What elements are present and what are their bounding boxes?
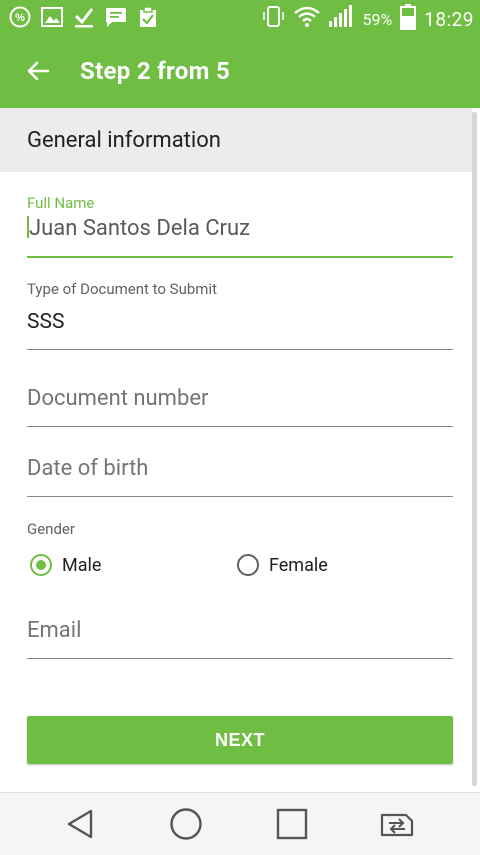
download-check-icon	[72, 5, 96, 29]
full-name-input[interactable]: Juan Santos Dela Cruz	[29, 216, 250, 241]
clock: 18:29	[424, 8, 474, 31]
date-of-birth-field[interactable]: Date of birth	[27, 456, 453, 498]
section-header: General information	[0, 108, 472, 172]
radio-male[interactable]: Male	[30, 554, 101, 576]
date-of-birth-underline	[27, 496, 453, 497]
date-of-birth-input[interactable]: Date of birth	[27, 456, 453, 481]
clipboard-icon	[136, 5, 160, 29]
next-button[interactable]: NEXT	[27, 716, 453, 764]
radio-male-label: Male	[62, 554, 102, 576]
email-input[interactable]: Email	[27, 618, 453, 643]
battery-percent: 59%	[362, 10, 393, 29]
back-triangle-icon[interactable]	[60, 807, 100, 841]
document-number-underline	[27, 426, 453, 427]
battery-icon	[400, 4, 417, 35]
signal-icon	[328, 5, 354, 34]
app-bar: Step 2 from 5	[0, 34, 480, 108]
radio-checked-icon	[30, 554, 52, 576]
home-circle-icon[interactable]	[166, 807, 206, 841]
gender-label-field: Gender	[27, 520, 453, 540]
notification-icons: %	[8, 5, 160, 29]
page-title: Step 2 from 5	[80, 57, 231, 85]
document-type-field[interactable]: Type of Document to Submit SSS	[27, 280, 453, 352]
image-icon	[40, 5, 64, 29]
scrollbar[interactable]	[472, 112, 477, 786]
section-title: General information	[27, 128, 221, 153]
full-name-field[interactable]: Full Name Juan Santos Dela Cruz	[27, 194, 453, 258]
gender-radio-group: Male Female	[27, 554, 453, 584]
switch-sim-icon[interactable]	[378, 807, 418, 841]
recents-square-icon[interactable]	[272, 807, 312, 841]
full-name-label: Full Name	[27, 194, 95, 212]
radio-unchecked-icon	[237, 554, 259, 576]
wifi-icon	[294, 6, 321, 33]
message-icon	[104, 5, 128, 29]
full-name-underline	[27, 256, 453, 258]
document-type-label: Type of Document to Submit	[27, 280, 217, 298]
arrow-left-icon[interactable]	[24, 57, 52, 85]
document-type-select[interactable]: SSS	[27, 310, 453, 334]
status-bar: % 59% 18:29	[0, 0, 480, 34]
radio-female-label: Female	[269, 554, 328, 576]
percent-icon: %	[8, 5, 32, 29]
system-status: 59% 18:29	[262, 4, 474, 35]
document-number-input[interactable]: Document number	[27, 386, 453, 411]
email-field[interactable]: Email	[27, 618, 453, 660]
radio-female[interactable]: Female	[237, 554, 328, 576]
email-underline	[27, 658, 453, 659]
phone-vibrate-icon	[262, 5, 286, 34]
document-type-underline	[27, 349, 453, 350]
document-number-field[interactable]: Document number	[27, 386, 453, 428]
gender-label: Gender	[27, 520, 75, 538]
svg-text:%: %	[15, 12, 25, 24]
system-nav-bar	[0, 792, 480, 855]
